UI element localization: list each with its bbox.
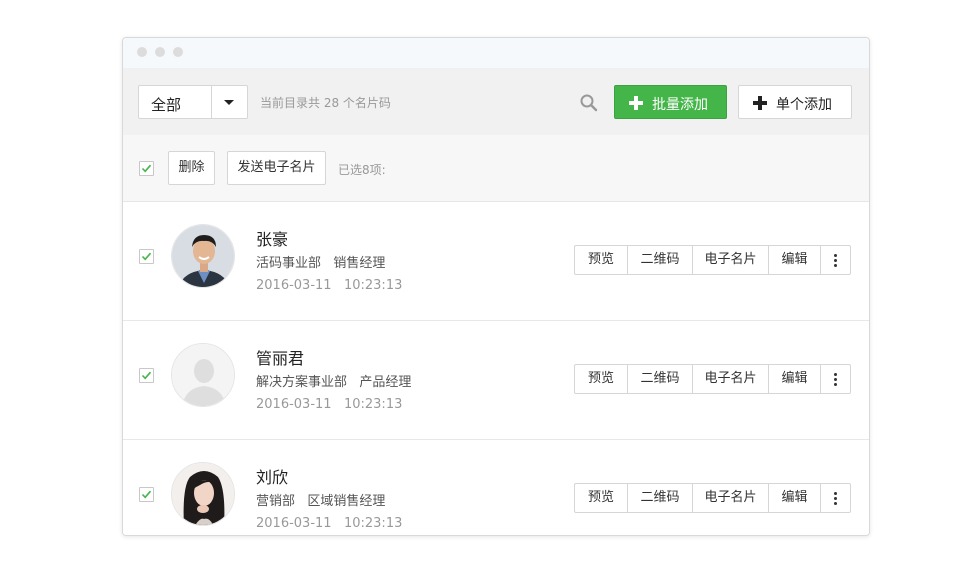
single-add-button[interactable]: 单个添加 (738, 85, 852, 119)
preview-button[interactable]: 预览 (575, 365, 628, 393)
bulk-add-label: 批量添加 (652, 97, 708, 113)
bulk-action-bar: 删除 发送电子名片 已选8项: (123, 135, 869, 202)
select-all-checkbox[interactable] (139, 161, 154, 176)
ecard-button[interactable]: 电子名片 (693, 365, 769, 393)
more-button[interactable] (821, 246, 850, 274)
ecard-button[interactable]: 电子名片 (693, 246, 769, 274)
send-card-button[interactable]: 发送电子名片 (227, 151, 326, 185)
more-button[interactable] (821, 365, 850, 393)
delete-button[interactable]: 删除 (168, 151, 215, 185)
row-action-group: 预览 二维码 电子名片 编辑 (574, 483, 851, 513)
filter-select[interactable]: 全部 (138, 85, 248, 119)
edit-button[interactable]: 编辑 (769, 365, 821, 393)
plus-icon (753, 96, 767, 110)
checkmark-icon (141, 490, 152, 499)
directory-count-text: 当前目录共 28 个名片码 (260, 96, 391, 110)
avatar-placeholder (171, 343, 235, 407)
checkmark-icon (141, 371, 152, 380)
contact-department: 营销部 区域销售经理 (256, 494, 386, 509)
more-button[interactable] (821, 484, 850, 512)
checkmark-icon (141, 164, 152, 173)
qrcode-button[interactable]: 二维码 (628, 484, 693, 512)
contact-department: 解决方案事业部 产品经理 (256, 375, 412, 390)
window-maximize-dot[interactable] (173, 47, 183, 57)
row-checkbox[interactable] (139, 249, 154, 264)
contact-name: 张豪 (256, 230, 289, 249)
qrcode-button[interactable]: 二维码 (628, 246, 693, 274)
toolbar: 全部 当前目录共 28 个名片码 批量添加 单个添加 (123, 69, 869, 135)
plus-icon (629, 96, 643, 110)
contact-timestamp: 2016-03-11 10:23:13 (256, 516, 403, 531)
avatar (171, 224, 235, 288)
contact-name: 刘欣 (256, 468, 289, 487)
row-action-group: 预览 二维码 电子名片 编辑 (574, 364, 851, 394)
row-checkbox[interactable] (139, 368, 154, 383)
default-user-icon (172, 344, 234, 406)
single-add-label: 单个添加 (776, 97, 832, 113)
list-item: 刘欣 营销部 区域销售经理 2016-03-11 10:23:13 预览 二维码… (123, 440, 869, 535)
contact-department: 活码事业部 销售经理 (256, 256, 386, 271)
preview-button[interactable]: 预览 (575, 246, 628, 274)
avatar (171, 462, 235, 526)
contact-name: 管丽君 (256, 349, 305, 368)
search-icon[interactable] (579, 93, 599, 113)
row-action-group: 预览 二维码 电子名片 编辑 (574, 245, 851, 275)
caret-down-icon (224, 100, 234, 105)
filter-dropdown-button[interactable] (211, 86, 247, 118)
list-item: 管丽君 解决方案事业部 产品经理 2016-03-11 10:23:13 预览 … (123, 321, 869, 440)
ecard-button[interactable]: 电子名片 (693, 484, 769, 512)
edit-button[interactable]: 编辑 (769, 484, 821, 512)
window-minimize-dot[interactable] (155, 47, 165, 57)
list-item: 张豪 活码事业部 销售经理 2016-03-11 10:23:13 预览 二维码… (123, 202, 869, 321)
contact-timestamp: 2016-03-11 10:23:13 (256, 397, 403, 412)
selected-count-text: 已选8项: (338, 163, 386, 177)
preview-button[interactable]: 预览 (575, 484, 628, 512)
app-window: 全部 当前目录共 28 个名片码 批量添加 单个添加 删除 发送电子名片 已选8… (122, 37, 870, 536)
row-checkbox[interactable] (139, 487, 154, 502)
more-vertical-icon (834, 254, 837, 257)
window-close-dot[interactable] (137, 47, 147, 57)
filter-select-value: 全部 (151, 96, 182, 114)
title-bar (123, 38, 869, 69)
contact-timestamp: 2016-03-11 10:23:13 (256, 278, 403, 293)
bulk-add-button[interactable]: 批量添加 (614, 85, 727, 119)
edit-button[interactable]: 编辑 (769, 246, 821, 274)
more-vertical-icon (834, 492, 837, 495)
qrcode-button[interactable]: 二维码 (628, 365, 693, 393)
more-vertical-icon (834, 373, 837, 376)
checkmark-icon (141, 252, 152, 261)
